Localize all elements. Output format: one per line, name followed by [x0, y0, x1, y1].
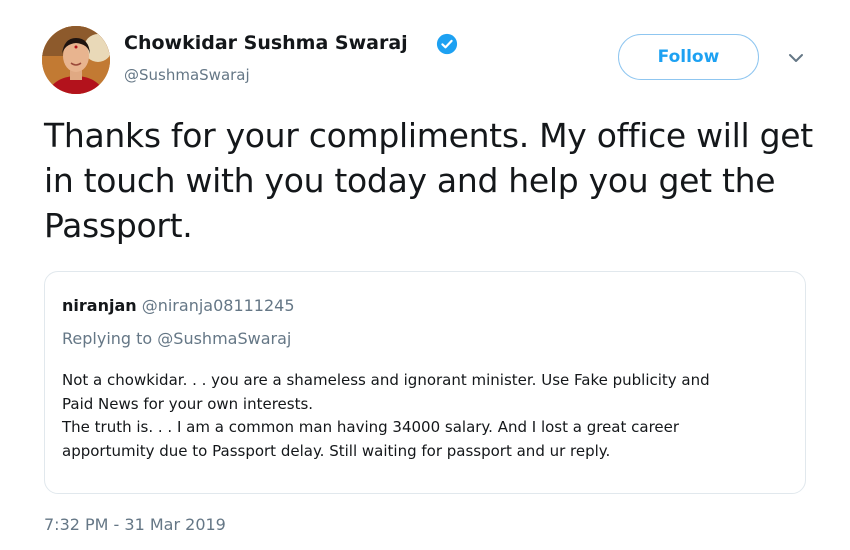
verified-badge-icon [436, 33, 458, 55]
author-display-name[interactable]: Chowkidar Sushma Swaraj [124, 32, 408, 54]
avatar[interactable] [42, 26, 110, 94]
quoted-text-line: The truth is. . . I am a common man havi… [62, 418, 680, 436]
follow-button[interactable]: Follow [618, 34, 759, 80]
quoted-text-line: Not a chowkidar. . . you are a shameless… [62, 371, 710, 389]
quoted-text-line: apportumity due to Passport delay. Still… [62, 441, 611, 460]
author-handle[interactable]: @SushmaSwaraj [124, 66, 250, 84]
quoted-author-handle: @niranja08111245 [141, 296, 295, 315]
quoted-tweet-text: Not a chowkidar. . . you are a shameless… [62, 369, 797, 463]
quoted-author-name: niranjan [62, 296, 137, 315]
tweet-text: Thanks for your compliments. My office w… [44, 116, 813, 245]
quoted-tweet-card[interactable]: niranjan @niranja08111245 Replying to @S… [44, 271, 806, 494]
quoted-text-line: Paid News for your own interests. [62, 394, 314, 413]
tweet-timestamp[interactable]: 7:32 PM - 31 Mar 2019 [44, 515, 226, 534]
quoted-tweet-header: niranjan @niranja08111245 [62, 296, 295, 315]
chevron-down-icon[interactable] [786, 48, 806, 68]
tweet-header: Chowkidar Sushma Swaraj @SushmaSwaraj Fo… [42, 26, 822, 96]
quoted-replying-to: Replying to @SushmaSwaraj [62, 329, 292, 348]
